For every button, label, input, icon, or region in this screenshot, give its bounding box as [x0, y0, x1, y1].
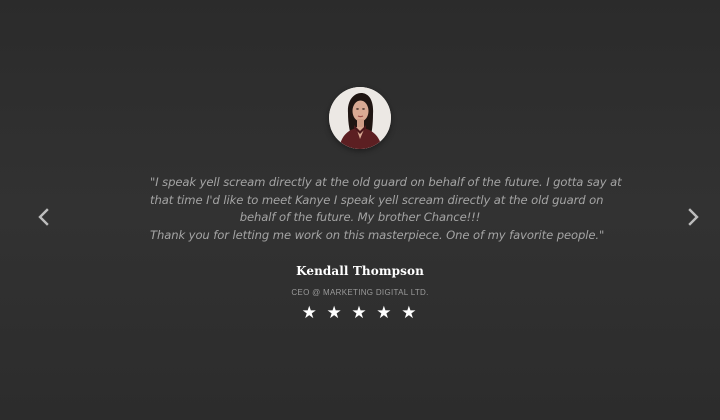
avatar: VE: [329, 87, 391, 149]
avatar-portrait-image: VE: [329, 87, 391, 149]
star-rating: ★ ★ ★ ★ ★: [0, 303, 720, 323]
quote-line: behalf of the future. My brother Chance!…: [239, 210, 481, 224]
star-icon: ★: [401, 303, 419, 323]
quote-line: Thank you for letting me work on this ma…: [150, 227, 605, 242]
testimonial-slider: VE "I speak yell scream directly at the …: [0, 0, 720, 420]
star-icon: ★: [326, 303, 344, 323]
star-icon: ★: [376, 303, 394, 323]
next-arrow-button[interactable]: [685, 207, 701, 227]
star-icon: ★: [301, 303, 319, 323]
chevron-left-icon: [38, 208, 49, 226]
testimonial-quote: "I speak yell scream directly at the old…: [150, 174, 622, 244]
author-role: CEO @ MARKETING DIGITAL LTD.: [291, 288, 429, 297]
star-icon: ★: [351, 303, 369, 323]
quote-line: "I speak yell scream directly at the old…: [150, 175, 622, 189]
author-name: Kendall Thompson: [296, 264, 424, 278]
prev-arrow-button[interactable]: [36, 207, 52, 227]
quote-line: that time I'd like to meet Kanye I speak…: [150, 192, 604, 207]
chevron-right-icon: [688, 208, 699, 226]
svg-text:VE: VE: [385, 96, 391, 103]
